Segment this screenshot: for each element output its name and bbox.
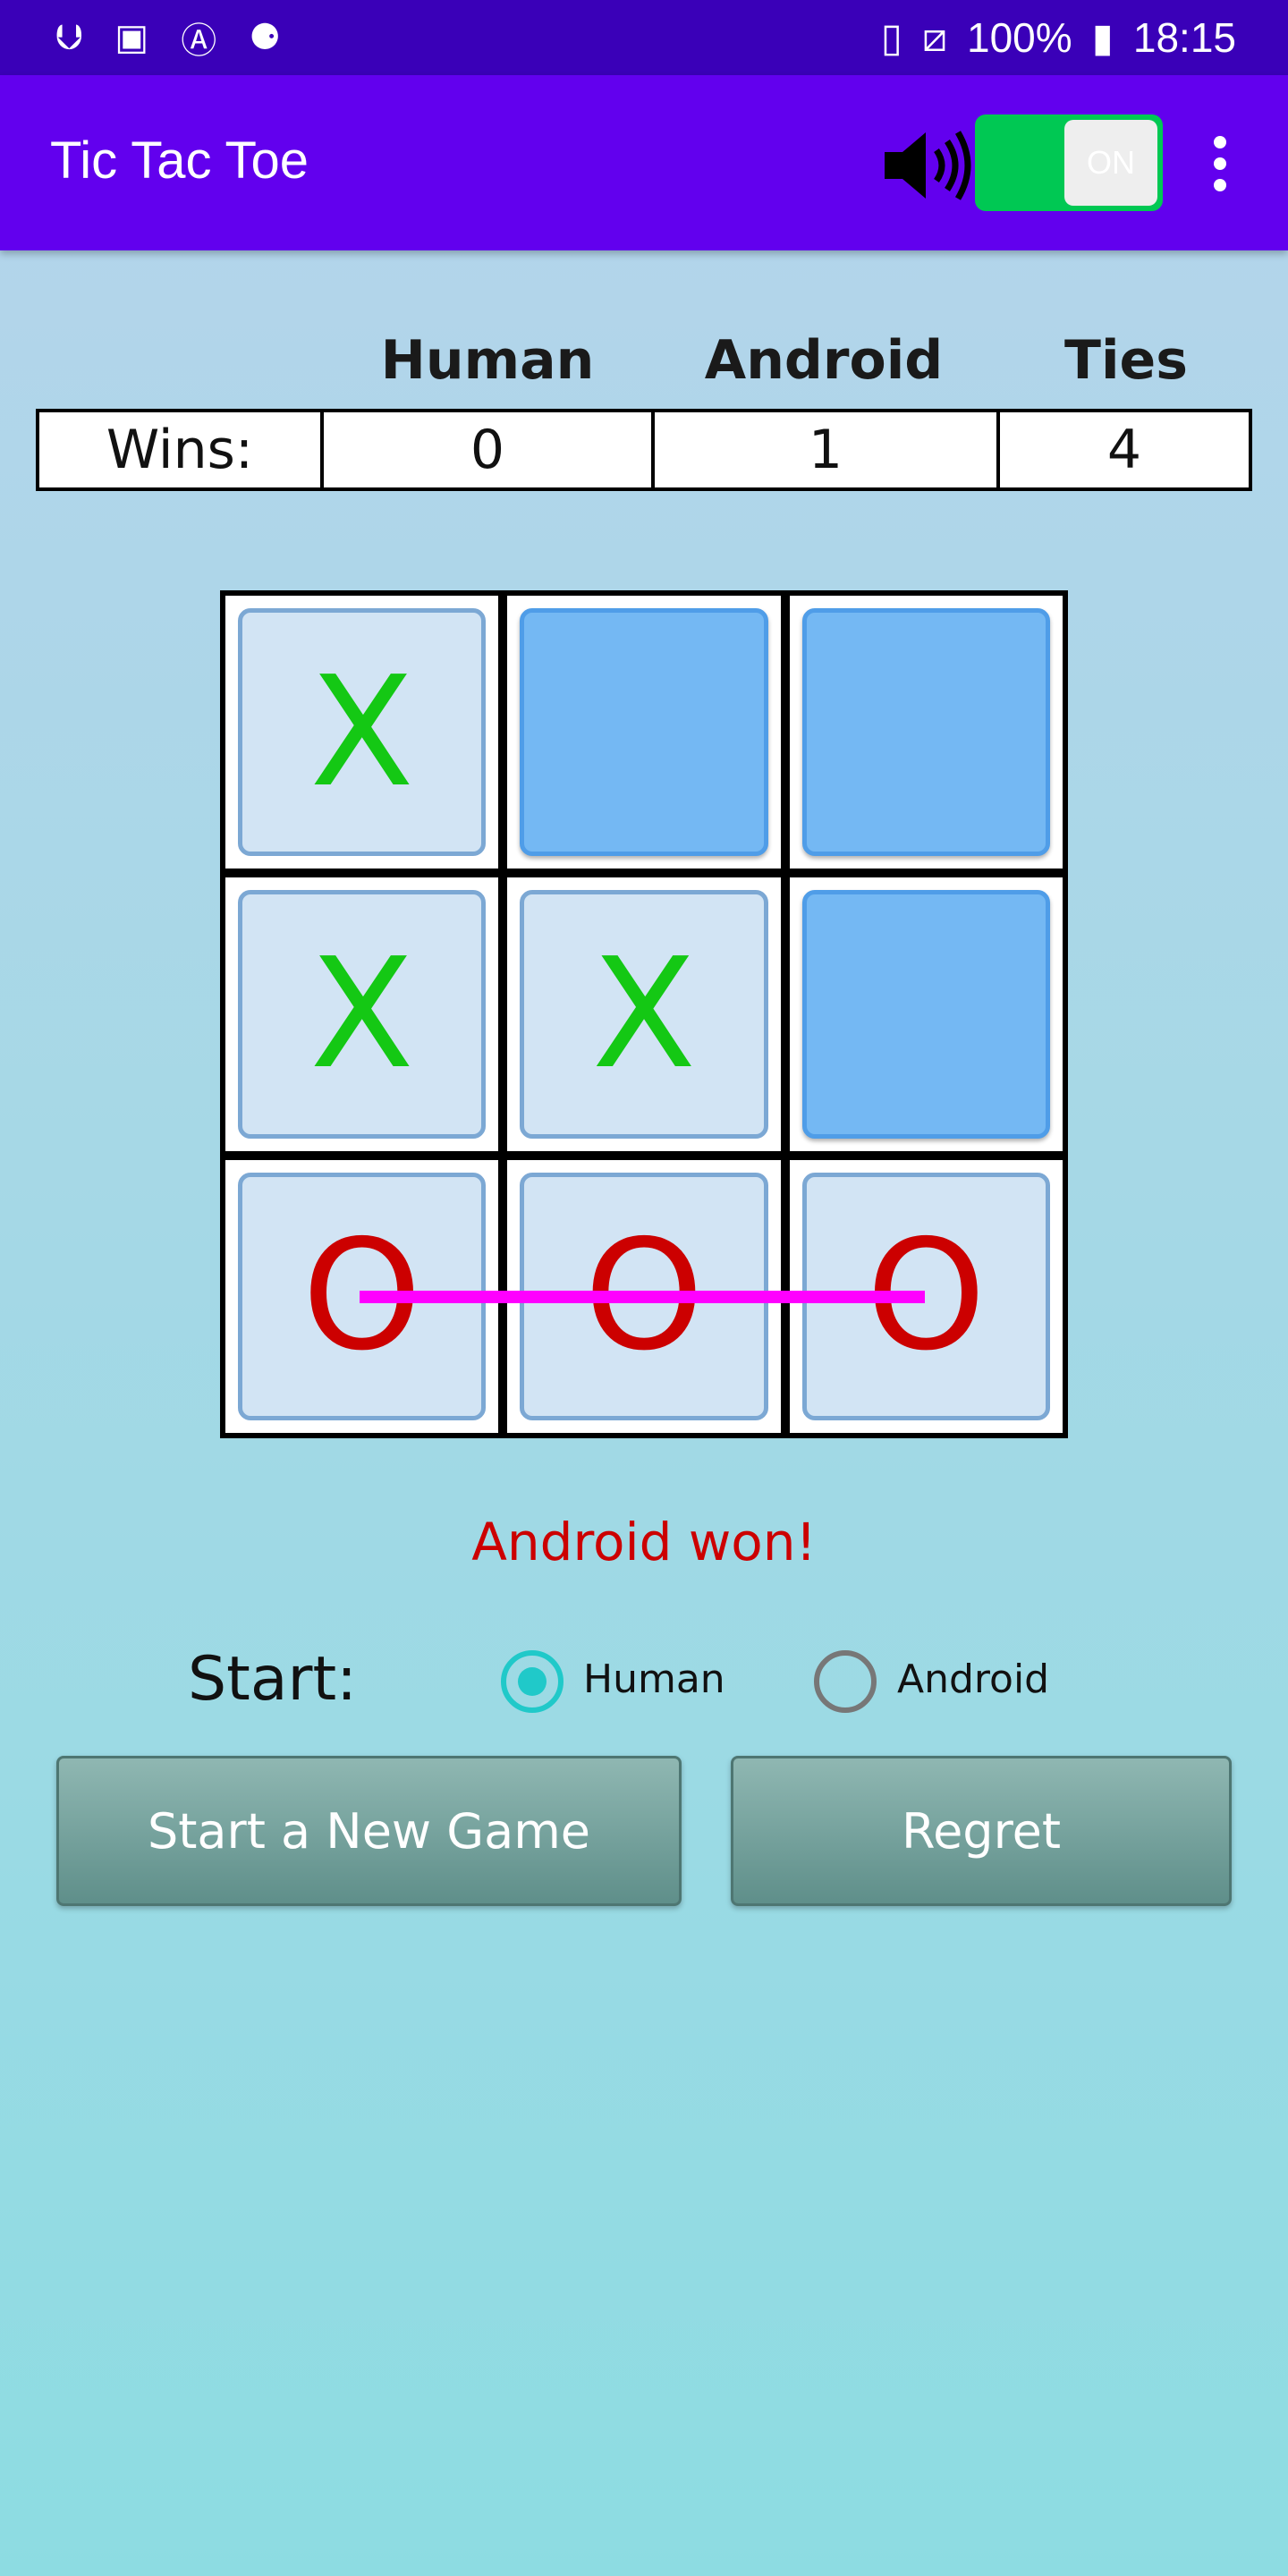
score-human: 0 — [324, 412, 655, 487]
board-cell: X — [225, 877, 499, 1151]
battery-icon: ▮ — [1091, 14, 1114, 61]
score-android: 1 — [655, 412, 1000, 487]
vibrate-icon: ▯ — [880, 14, 903, 61]
speaker-icon[interactable] — [881, 125, 975, 206]
start-human-label[interactable]: Human — [583, 1657, 725, 1702]
winning-line — [360, 1291, 925, 1303]
board-cell — [507, 596, 781, 869]
start-android-label[interactable]: Android — [897, 1657, 1049, 1702]
battery-percent: 100% — [967, 14, 1072, 61]
status-right: ▯ ⧄ 100% ▮ 18:15 — [861, 13, 1236, 62]
score-header-android: Android — [704, 329, 944, 392]
board-tile-4[interactable]: X — [238, 890, 487, 1139]
score-ties: 4 — [1106, 419, 1142, 481]
board-tile-1[interactable]: X — [238, 608, 487, 857]
start-label: Start: — [188, 1644, 358, 1715]
start-human-radio[interactable] — [501, 1650, 564, 1713]
status-left-icons: ⮋ ▣ Ⓐ ⚈ — [55, 12, 313, 64]
app-bar: Tic Tac Toe ON — [0, 75, 1288, 250]
board-tile-5[interactable]: X — [520, 890, 768, 1139]
board-cell — [789, 877, 1063, 1151]
accessibility-icon: Ⓐ — [181, 21, 217, 62]
board-tile-3[interactable] — [801, 608, 1050, 857]
start-android-radio[interactable] — [814, 1650, 877, 1713]
score-table: Wins: 0 1 4 — [36, 409, 1252, 491]
sound-toggle-label: ON — [1064, 120, 1157, 206]
board-cell: X — [507, 877, 781, 1151]
sound-toggle[interactable]: ON — [975, 114, 1163, 211]
score-header-ties: Ties — [1064, 329, 1188, 392]
clock: 18:15 — [1132, 14, 1236, 61]
usb-icon: ⮋ — [55, 17, 83, 58]
debug-icon: ⚈ — [249, 17, 282, 58]
score-row-label: Wins: — [39, 412, 324, 487]
new-game-button[interactable]: Start a New Game — [56, 1756, 682, 1906]
score-header-human: Human — [380, 329, 595, 392]
image-icon: ▣ — [114, 17, 149, 58]
board-cell: X — [225, 596, 499, 869]
game-board: X X X O O O — [220, 590, 1068, 1438]
board-tile-6[interactable] — [801, 890, 1050, 1139]
game-result: Android won! — [471, 1512, 817, 1572]
no-sim-icon: ⧄ — [922, 14, 947, 61]
overflow-menu-icon[interactable] — [1208, 136, 1233, 193]
regret-button[interactable]: Regret — [731, 1756, 1232, 1906]
app-title: Tic Tac Toe — [50, 131, 309, 190]
board-cell — [789, 596, 1063, 869]
status-bar: ⮋ ▣ Ⓐ ⚈ ▯ ⧄ 100% ▮ 18:15 — [0, 0, 1288, 75]
board-tile-2[interactable] — [520, 608, 768, 857]
